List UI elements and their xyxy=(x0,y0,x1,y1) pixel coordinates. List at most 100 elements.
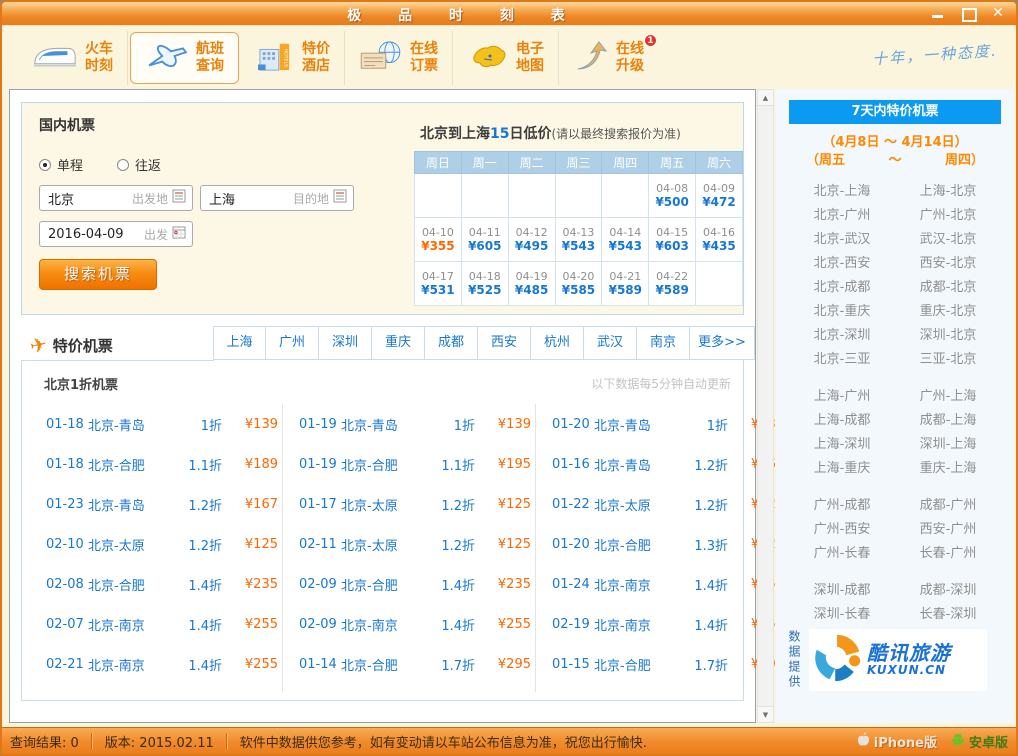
vertical-scrollbar[interactable]: ▲ ▼ xyxy=(757,89,774,723)
titlebar[interactable]: 极 品 时 刻 表 ✕ xyxy=(2,2,1016,26)
city-tab[interactable]: 西安 xyxy=(478,326,531,360)
calendar-cell[interactable]: 04-12¥495 xyxy=(508,218,555,262)
route-link[interactable]: 北京-三亚 xyxy=(789,348,895,367)
deal-row[interactable]: 01-19北京-青岛1折¥139 xyxy=(299,404,531,444)
city-tab[interactable]: 成都 xyxy=(425,326,478,360)
calendar-cell[interactable]: 04-10¥355 xyxy=(415,218,462,262)
toolbar-hotel-deals[interactable]: HOTELS 特价酒店 xyxy=(241,31,345,85)
route-link[interactable]: 西安-广州 xyxy=(895,518,1001,537)
minimize-button[interactable] xyxy=(930,6,946,20)
toolbar-train-times[interactable]: 火车时刻 xyxy=(18,31,128,85)
deal-row[interactable]: 02-19北京-南京1.4折¥255 xyxy=(552,604,784,644)
route-link[interactable]: 上海-深圳 xyxy=(789,433,895,452)
android-version-link[interactable]: 安卓版 xyxy=(951,732,1008,751)
city-tab[interactable]: 上海 xyxy=(213,326,266,360)
calendar-cell[interactable]: 04-17¥531 xyxy=(415,262,462,306)
route-link[interactable]: 广州-西安 xyxy=(789,518,895,537)
deal-row[interactable]: 01-16北京-青岛1.2折¥167 xyxy=(552,444,784,484)
route-link[interactable]: 深圳-成都 xyxy=(789,579,895,598)
deal-row[interactable]: 01-18北京-合肥1.1折¥189 xyxy=(46,444,278,484)
route-link[interactable]: 广州-成都 xyxy=(789,494,895,513)
route-link[interactable]: 深圳-长春 xyxy=(789,603,895,622)
route-link[interactable]: 广州-上海 xyxy=(895,385,1001,404)
close-button[interactable]: ✕ xyxy=(990,6,1006,20)
maximize-button[interactable] xyxy=(960,6,976,20)
route-link[interactable]: 成都-广州 xyxy=(895,494,1001,513)
route-link[interactable]: 成都-北京 xyxy=(895,276,1001,295)
city-tab[interactable]: 广州 xyxy=(266,326,319,360)
deal-row[interactable]: 01-22北京-太原1.2折¥125 xyxy=(552,484,784,524)
route-link[interactable]: 西安-北京 xyxy=(895,252,1001,271)
deal-row[interactable]: 01-20北京-合肥1.3折¥225 xyxy=(552,524,784,564)
calendar-cell[interactable]: 04-09¥472 xyxy=(696,174,743,218)
deal-row[interactable]: 02-07北京-南京1.4折¥255 xyxy=(46,604,278,644)
kuxun-logo[interactable]: 酷讯旅游 KUXUN.CN xyxy=(809,629,987,691)
calendar-cell[interactable]: 04-08¥500 xyxy=(649,174,696,218)
deal-row[interactable]: 02-08北京-合肥1.4折¥235 xyxy=(46,564,278,604)
departure-city-input[interactable]: 北京 出发地 xyxy=(39,185,193,211)
city-tab[interactable]: 杭州 xyxy=(531,326,584,360)
route-link[interactable]: 北京-武汉 xyxy=(789,228,895,247)
route-link[interactable]: 成都-上海 xyxy=(895,409,1001,428)
calendar-cell[interactable]: 04-14¥543 xyxy=(602,218,649,262)
scroll-down-arrow-icon[interactable]: ▼ xyxy=(758,706,773,722)
deal-row[interactable]: 01-18北京-青岛1折¥139 xyxy=(46,404,278,444)
calendar-cell[interactable]: 04-16¥435 xyxy=(696,218,743,262)
city-tab[interactable]: 武汉 xyxy=(584,326,637,360)
round-trip-radio[interactable]: 往返 xyxy=(117,155,161,174)
deal-row[interactable]: 01-15北京-合肥1.7折¥295 xyxy=(552,644,784,684)
route-link[interactable]: 长春-广州 xyxy=(895,542,1001,561)
city-tab[interactable]: 深圳 xyxy=(319,326,372,360)
city-tab[interactable]: 南京 xyxy=(637,326,690,360)
deal-row[interactable]: 02-09北京-合肥1.4折¥235 xyxy=(299,564,531,604)
search-flights-button[interactable]: 搜索机票 xyxy=(39,259,157,290)
route-link[interactable]: 上海-北京 xyxy=(895,180,1001,199)
route-link[interactable]: 北京-重庆 xyxy=(789,300,895,319)
route-link[interactable]: 上海-广州 xyxy=(789,385,895,404)
calendar-cell[interactable]: 04-18¥525 xyxy=(461,262,508,306)
route-link[interactable]: 重庆-上海 xyxy=(895,457,1001,476)
route-link[interactable]: 广州-长春 xyxy=(789,542,895,561)
deal-row[interactable]: 01-17北京-太原1.2折¥125 xyxy=(299,484,531,524)
route-link[interactable]: 北京-西安 xyxy=(789,252,895,271)
route-link[interactable]: 北京-广州 xyxy=(789,204,895,223)
deal-row[interactable]: 01-14北京-合肥1.7折¥295 xyxy=(299,644,531,684)
iphone-version-link[interactable]: iPhone版 xyxy=(857,732,937,751)
deal-row[interactable]: 01-24北京-南京1.4折¥255 xyxy=(552,564,784,604)
route-link[interactable]: 上海-重庆 xyxy=(789,457,895,476)
toolbar-online-upgrade[interactable]: 在线1升级 xyxy=(559,31,658,85)
scroll-up-arrow-icon[interactable]: ▲ xyxy=(758,90,773,106)
deal-row[interactable]: 01-23北京-青岛1.2折¥167 xyxy=(46,484,278,524)
toolbar-online-booking[interactable]: 在线订票 xyxy=(345,31,453,85)
route-link[interactable]: 长春-深圳 xyxy=(895,603,1001,622)
city-list-icon[interactable] xyxy=(333,189,347,207)
route-link[interactable]: 深圳-北京 xyxy=(895,324,1001,343)
calendar-icon[interactable] xyxy=(172,225,186,243)
calendar-cell[interactable]: 04-20¥585 xyxy=(555,262,602,306)
route-link[interactable]: 成都-深圳 xyxy=(895,579,1001,598)
route-link[interactable]: 武汉-北京 xyxy=(895,228,1001,247)
calendar-cell[interactable]: 04-11¥605 xyxy=(461,218,508,262)
route-link[interactable]: 上海-成都 xyxy=(789,409,895,428)
city-list-icon[interactable] xyxy=(172,189,186,207)
deal-row[interactable]: 02-11北京-太原1.2折¥125 xyxy=(299,524,531,564)
route-link[interactable]: 广州-北京 xyxy=(895,204,1001,223)
deal-row[interactable]: 02-21北京-南京1.4折¥255 xyxy=(46,644,278,684)
route-link[interactable]: 深圳-上海 xyxy=(895,433,1001,452)
route-link[interactable]: 北京-成都 xyxy=(789,276,895,295)
calendar-cell[interactable]: 04-21¥589 xyxy=(602,262,649,306)
toolbar-emap[interactable]: 电子地图 xyxy=(453,31,559,85)
deal-row[interactable]: 02-09北京-南京1.4折¥255 xyxy=(299,604,531,644)
calendar-cell[interactable]: 04-13¥543 xyxy=(555,218,602,262)
departure-date-input[interactable]: 2016-04-09 出发 xyxy=(39,221,193,247)
calendar-cell[interactable]: 04-19¥485 xyxy=(508,262,555,306)
route-link[interactable]: 三亚-北京 xyxy=(895,348,1001,367)
more-tab[interactable]: 更多>> xyxy=(690,326,755,360)
deal-row[interactable]: 01-19北京-合肥1.1折¥195 xyxy=(299,444,531,484)
calendar-cell[interactable]: 04-15¥603 xyxy=(649,218,696,262)
route-link[interactable]: 北京-深圳 xyxy=(789,324,895,343)
route-link[interactable]: 北京-上海 xyxy=(789,180,895,199)
city-tab[interactable]: 重庆 xyxy=(372,326,425,360)
one-way-radio[interactable]: 单程 xyxy=(39,155,83,174)
arrival-city-input[interactable]: 上海 目的地 xyxy=(200,185,354,211)
